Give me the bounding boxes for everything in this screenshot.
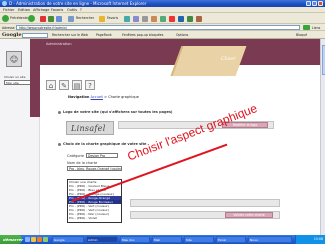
taskbar-item-7[interactable]: Nouv. bbox=[248, 236, 292, 243]
pagerank-button[interactable]: PageRank bbox=[96, 33, 112, 37]
maximize-button[interactable] bbox=[312, 1, 317, 6]
taskbar-item-4[interactable]: Mail bbox=[152, 236, 182, 243]
breadcrumb-home-link[interactable]: Accueil bbox=[91, 95, 104, 99]
model-select[interactable]: Pro - bleu, Rouge-Orangé (couleur) bbox=[67, 166, 122, 171]
google-search-input[interactable] bbox=[22, 32, 48, 38]
logo-preview-image: Linsafel bbox=[66, 121, 114, 135]
google-logo: Google bbox=[2, 32, 22, 38]
menu-item-edit[interactable]: Edition bbox=[18, 8, 30, 12]
links-label[interactable]: Liens bbox=[312, 26, 320, 30]
address-label: Adresse bbox=[2, 25, 15, 30]
model-label: Nom de la charte bbox=[67, 161, 98, 165]
bullet-icon bbox=[58, 110, 61, 114]
internet-explorer-icon bbox=[2, 1, 7, 6]
address-input[interactable]: http://www.votresite.fr/admin/ bbox=[16, 25, 300, 30]
taskbar-item-3[interactable]: Mes doc. bbox=[120, 236, 150, 243]
charte-section-title: Choix de la charte graphique de votre si… bbox=[63, 142, 147, 146]
options-button[interactable]: Options bbox=[176, 33, 188, 37]
taskbar-item-6[interactable]: Excel bbox=[216, 236, 246, 243]
minimize-button[interactable] bbox=[306, 1, 311, 6]
bullet-icon bbox=[58, 142, 61, 146]
header-badge: Cliser bbox=[220, 56, 236, 62]
logo-section-title: Logo de votre site (qui s'affichera sur … bbox=[63, 110, 173, 114]
menu-item-file[interactable]: Fichier bbox=[3, 8, 14, 12]
browser-toolbar: Précédente Rechercher Favoris bbox=[0, 13, 325, 24]
site-select-label: Choisir un site bbox=[4, 75, 26, 79]
search-web-button[interactable]: Rechercher sur le Web bbox=[52, 33, 88, 37]
header-decoration bbox=[30, 39, 40, 117]
menu-item-favorites[interactable]: Favoris bbox=[51, 8, 63, 12]
clock[interactable]: 15:08 bbox=[314, 237, 323, 241]
menu-item-view[interactable]: Affichage bbox=[33, 8, 49, 12]
logo-preview-text: Linsafel bbox=[71, 124, 106, 133]
breadcrumb-sep: > bbox=[104, 95, 108, 99]
stats-nav-icon[interactable]: ▤ bbox=[72, 80, 82, 90]
popup-blocker-status[interactable]: Fenêtres pop-up bloquées bbox=[122, 33, 163, 37]
breadcrumb: Navigation Accueil > Charte graphique bbox=[68, 95, 139, 99]
google-toolbar: Google Rechercher sur le Web PageRank Fe… bbox=[0, 31, 325, 39]
close-button[interactable] bbox=[318, 1, 323, 6]
search-label[interactable]: Rechercher bbox=[76, 16, 94, 20]
folder-quicklaunch-icon[interactable] bbox=[31, 237, 36, 242]
category-label: Catégorie bbox=[67, 154, 85, 158]
vertical-scrollbar[interactable] bbox=[320, 39, 325, 235]
forward-arrow-icon[interactable] bbox=[28, 15, 35, 22]
history-icon[interactable] bbox=[124, 15, 130, 22]
search-icon[interactable] bbox=[68, 15, 74, 22]
charte-section-heading: Choix de la charte graphique de votre si… bbox=[58, 142, 146, 146]
taskbar-item-2[interactable]: Admin bbox=[86, 236, 118, 243]
window-title-bar: D - Administration de votre site en lign… bbox=[0, 0, 325, 7]
favorites-star-icon[interactable] bbox=[99, 15, 105, 22]
go-arrow-icon[interactable] bbox=[303, 25, 310, 30]
excel-icon[interactable] bbox=[187, 15, 193, 22]
media-quicklaunch-icon[interactable] bbox=[37, 237, 42, 242]
address-bar: Adresse http://www.votresite.fr/admin/ L… bbox=[0, 24, 325, 31]
menu-item-tools[interactable]: Outils bbox=[67, 8, 77, 12]
site-thumbnail-icon: ☺ bbox=[6, 51, 22, 67]
stop-icon[interactable] bbox=[40, 15, 46, 22]
refresh-icon[interactable] bbox=[48, 15, 54, 22]
mail-icon[interactable] bbox=[133, 15, 139, 22]
preview-field-bar bbox=[130, 199, 280, 207]
research-icon[interactable] bbox=[169, 15, 175, 22]
edit-icon[interactable] bbox=[151, 15, 157, 22]
system-tray: 15:08 bbox=[295, 235, 325, 244]
ie-quicklaunch-icon[interactable] bbox=[25, 237, 30, 242]
window-title: D - Administration de votre site en lign… bbox=[9, 1, 147, 6]
taskbar-item-5[interactable]: Site bbox=[184, 236, 214, 243]
home-nav-icon[interactable]: ⌂ bbox=[46, 80, 56, 90]
word-icon[interactable] bbox=[178, 15, 184, 22]
menu-item-help[interactable]: ? bbox=[80, 8, 82, 12]
logo-section-heading: Logo de votre site (qui s'affichera sur … bbox=[58, 110, 173, 114]
list-item[interactable]: Pro - (PRO) - Violet bbox=[68, 216, 121, 220]
favorites-label[interactable]: Favoris bbox=[107, 16, 118, 20]
help-nav-icon[interactable]: ? bbox=[85, 80, 95, 90]
blocked-status: Bloqué bbox=[296, 33, 308, 37]
category-select[interactable]: Design Pro bbox=[86, 153, 118, 158]
back-arrow-icon[interactable] bbox=[2, 15, 9, 22]
windows-taskbar: démarrer Google Admin Mes doc. Mail Site… bbox=[0, 235, 325, 244]
home-icon[interactable] bbox=[56, 15, 62, 22]
tool-icon[interactable] bbox=[196, 15, 202, 22]
header-tag: Administration bbox=[46, 42, 72, 46]
desktop-quicklaunch-icon[interactable] bbox=[43, 237, 48, 242]
edit-nav-icon[interactable]: ✎ bbox=[59, 80, 69, 90]
back-label[interactable]: Précédente bbox=[10, 16, 28, 20]
scrollbar-thumb[interactable] bbox=[321, 45, 325, 75]
breadcrumb-current: Charte graphique bbox=[108, 95, 139, 99]
validate-charte-button[interactable]: Valider cette charte bbox=[225, 212, 273, 218]
header-accent-panel: Cliser bbox=[170, 46, 247, 76]
start-button[interactable]: démarrer bbox=[0, 235, 23, 244]
taskbar-item-1[interactable]: Google bbox=[52, 236, 84, 243]
print-icon[interactable] bbox=[142, 15, 148, 22]
breadcrumb-title: Navigation bbox=[68, 95, 90, 99]
messenger-icon[interactable] bbox=[160, 15, 166, 22]
